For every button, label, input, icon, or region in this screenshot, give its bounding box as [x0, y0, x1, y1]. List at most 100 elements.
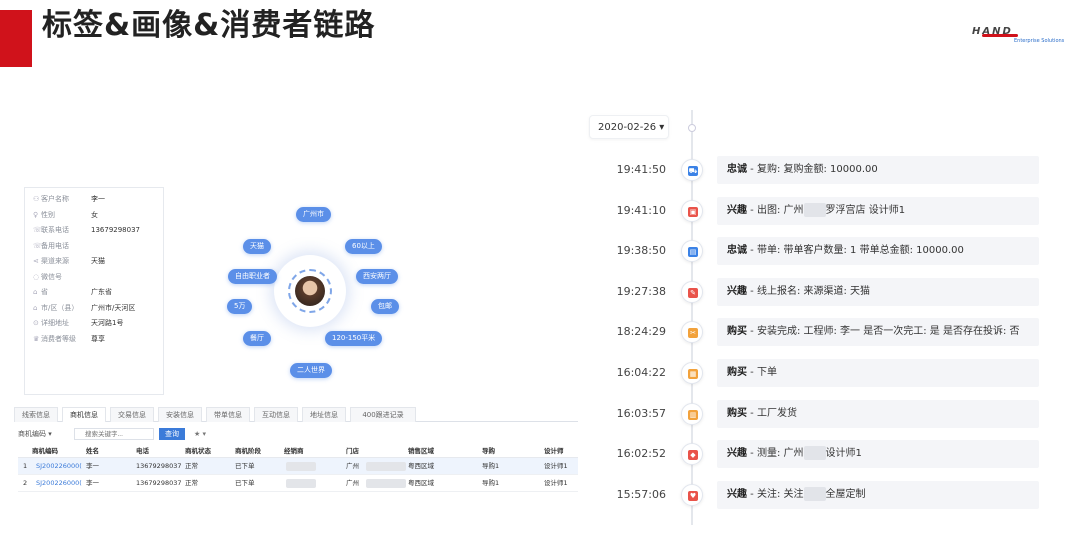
redacted-text	[803, 202, 826, 217]
column-header[interactable]: 导购	[482, 445, 495, 458]
profile-tag[interactable]: 自由职业者	[228, 269, 277, 284]
tab-0[interactable]: 线索信息	[14, 407, 58, 422]
event-category: 兴趣	[727, 204, 747, 216]
ruler-icon: ◆	[688, 450, 698, 461]
event-card[interactable]: 购买 - 下单	[717, 359, 1039, 387]
customer-name: 李一	[86, 462, 99, 470]
designer-cell: 设计师1	[544, 462, 568, 470]
tab-2[interactable]: 交易信息	[110, 407, 154, 422]
column-header[interactable]: 商机编码	[32, 445, 58, 458]
redacted-store	[366, 479, 406, 488]
map-icon: ⌂	[33, 303, 38, 312]
event-card[interactable]: 兴趣 - 线上报名: 来源渠道: 天猫	[717, 277, 1039, 306]
tab-6[interactable]: 地址信息	[302, 407, 346, 422]
profile-tag[interactable]: 包邮	[371, 299, 399, 314]
event-card[interactable]: 兴趣 - 出图: 广州 罗浮宫店 设计师1	[717, 196, 1039, 225]
profile-tag[interactable]: 5万	[227, 299, 253, 314]
slide-title: 标签&画像&消费者链路	[42, 8, 376, 43]
tab-1[interactable]: 商机信息	[62, 407, 106, 422]
event-detail-suffix: 全屋定制	[825, 488, 866, 500]
info-row: ⌂ 省 广东省	[33, 285, 112, 299]
wechat-icon: ◌	[33, 272, 40, 281]
designer-cell: 设计师1	[544, 479, 568, 487]
event-card[interactable]: 兴趣 - 关注: 关注 全屋定制	[717, 480, 1039, 509]
event-card[interactable]: 购买 - 工厂发货	[717, 399, 1039, 428]
profile-tag[interactable]: 餐厅	[243, 331, 271, 346]
profile-tag[interactable]: 广州市	[296, 207, 331, 222]
column-header[interactable]: 经销商	[284, 445, 304, 458]
event-category: 购买	[727, 407, 747, 419]
tools-icon: ✂	[688, 328, 698, 339]
timeline-node: ▦	[681, 362, 703, 384]
info-label: 微信号	[41, 272, 62, 281]
info-value: 广州市/天河区	[91, 303, 136, 312]
query-button[interactable]: 查询	[159, 428, 185, 440]
event-card[interactable]: 购买 - 安装完成: 工程师: 李一 是否一次完工: 是 是否存在投诉: 否	[717, 318, 1039, 347]
timeline-node: ⛟	[681, 159, 703, 181]
store-cell: 广州	[346, 479, 359, 487]
event-category: 兴趣	[727, 448, 747, 460]
redacted-store	[366, 462, 406, 471]
field-select[interactable]: 商机编码 ▾	[18, 428, 68, 440]
row-index: 2	[23, 479, 28, 487]
tab-4[interactable]: 带单信息	[206, 407, 250, 422]
column-header[interactable]: 商机阶段	[235, 445, 261, 458]
info-label: 性别	[41, 210, 55, 219]
table-row[interactable]: 2 SJ200226000(李一 13679298037 正常 已下单 广州 粤西区域 导购1…	[18, 475, 578, 492]
favorite-star-icon[interactable]: ★ ▾	[194, 428, 212, 440]
info-label: 省	[41, 288, 48, 296]
tab-3[interactable]: 安装信息	[158, 407, 202, 422]
event-time: 19:41:10	[616, 203, 666, 217]
info-row: ♀ 性别 女	[33, 208, 98, 222]
column-header[interactable]: 销售区域	[408, 445, 434, 458]
info-value: 广东省	[91, 288, 112, 296]
profile-tag[interactable]: 60以上	[345, 239, 382, 254]
timeline-node: ♥	[681, 483, 703, 506]
timeline-node: ✎	[681, 280, 703, 303]
phone-icon: ☏	[33, 226, 42, 234]
column-header[interactable]: 姓名	[86, 445, 99, 458]
info-label: 备用电话	[41, 241, 69, 250]
tab-7[interactable]: 400跟进记录	[350, 407, 416, 422]
info-label: 渠道来源	[41, 257, 69, 265]
info-row: ☏备用电话	[33, 239, 91, 253]
timeline-node: ▣	[681, 199, 703, 222]
profile-tag[interactable]: 天猫	[243, 239, 271, 254]
profile-tag[interactable]: 120-150平米	[325, 331, 383, 346]
event-category: 购买	[727, 326, 747, 338]
search-input[interactable]	[74, 428, 154, 440]
info-label: 联系电话	[41, 226, 69, 234]
column-header[interactable]: 商机状态	[185, 445, 211, 458]
field-select-label: 商机编码	[18, 430, 46, 438]
column-header[interactable]: 门店	[346, 445, 359, 458]
tab-5[interactable]: 互动信息	[254, 407, 298, 422]
event-detail: - 带单: 带单客户数量: 1 带单总金额: 10000.00	[747, 245, 964, 257]
info-value: 李一	[91, 195, 105, 203]
table-row[interactable]: 1 SJ200226000(李一 13679298037 正常 已下单 广州 粤西区域 导购1…	[18, 458, 578, 475]
customer-info-panel: ⚇ 客户名称 李一 ♀ 性别女 ☏联系电话 13679298037 ☏备用电话 ⋖ 渠道来源 天猫 ◌…	[24, 187, 164, 395]
event-card[interactable]: 兴趣 - 测量: 广州 设计师1	[717, 440, 1039, 469]
event-card[interactable]: 忠诚 - 带单: 带单客户数量: 1 带单总金额: 10000.00	[717, 237, 1039, 266]
redacted-dealer	[286, 462, 316, 471]
info-row: ⊙ 详细地址 天河路1号	[33, 316, 123, 330]
stage-cell: 已下单	[235, 462, 255, 470]
profile-tag[interactable]: 西安两厅	[356, 269, 398, 284]
timeline-node: ▤	[681, 240, 703, 263]
info-row: ⚇ 客户名称 李一	[33, 192, 105, 206]
customer-name: 李一	[86, 479, 99, 487]
event-time: 16:02:52	[616, 447, 666, 461]
image-icon: ▣	[688, 206, 698, 217]
event-time: 18:24:29	[616, 325, 666, 339]
event-detail: - 下单	[747, 367, 777, 378]
opportunity-code-link[interactable]: SJ200226000(	[36, 458, 84, 475]
date-picker[interactable]: 2020-02-26 ▾	[589, 115, 669, 139]
column-header[interactable]: 设计师	[544, 445, 564, 458]
event-card[interactable]: 忠诚 - 复购: 复购金额: 10000.00	[717, 156, 1039, 184]
info-label: 客户名称	[41, 195, 69, 203]
column-header[interactable]: 电话	[136, 445, 149, 458]
guide-cell: 导购1	[482, 462, 500, 470]
avatar[interactable]	[288, 269, 332, 313]
event-category: 忠诚	[727, 164, 747, 175]
opportunity-code-link[interactable]: SJ200226000(	[36, 475, 84, 492]
profile-tag[interactable]: 二人世界	[290, 363, 332, 378]
